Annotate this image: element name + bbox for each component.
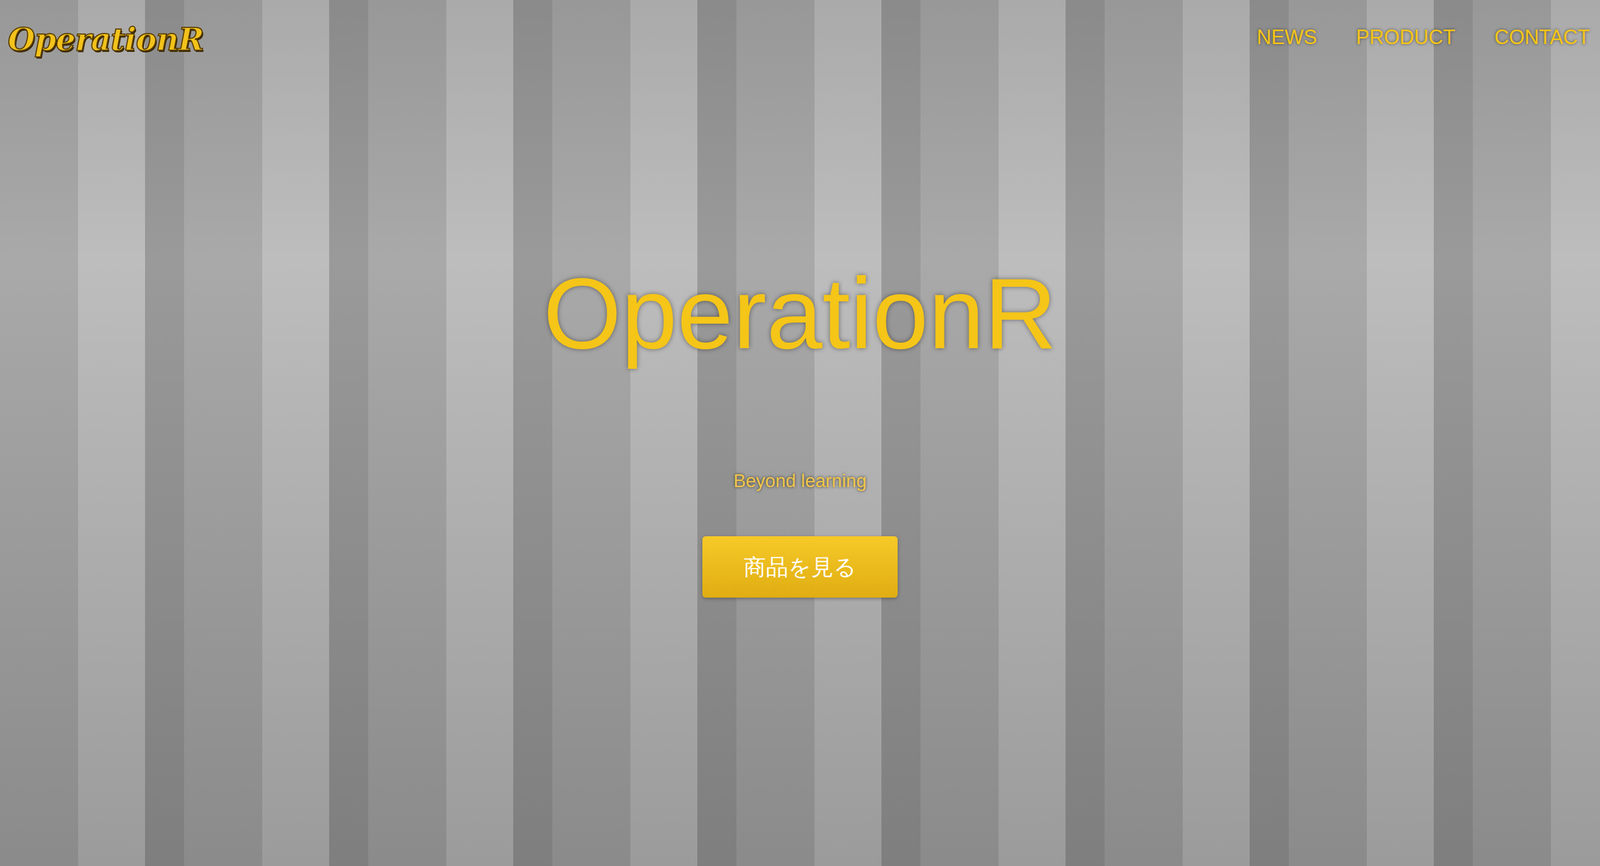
site-header: OperationR NEWS PRODUCT CONTACT xyxy=(0,0,1600,57)
nav-link[interactable]: CONTACT xyxy=(1494,22,1590,53)
hero-section: OperationR NEWS PRODUCT CONTACT OperationR Be… xyxy=(0,0,1600,866)
main-nav: NEWS PRODUCT CONTACT xyxy=(1256,22,1590,53)
nav-link[interactable]: NEWS xyxy=(1256,22,1318,53)
hero-content: OperationR Beyond learning 商品を見る xyxy=(0,56,1600,599)
nav-link[interactable]: PRODUCT xyxy=(1356,22,1456,53)
site-logo[interactable]: OperationR xyxy=(7,22,204,57)
hero-title: OperationR xyxy=(543,263,1057,364)
hero-tagline: Beyond learning xyxy=(733,466,867,495)
view-products-button[interactable]: 商品を見る xyxy=(702,536,898,598)
